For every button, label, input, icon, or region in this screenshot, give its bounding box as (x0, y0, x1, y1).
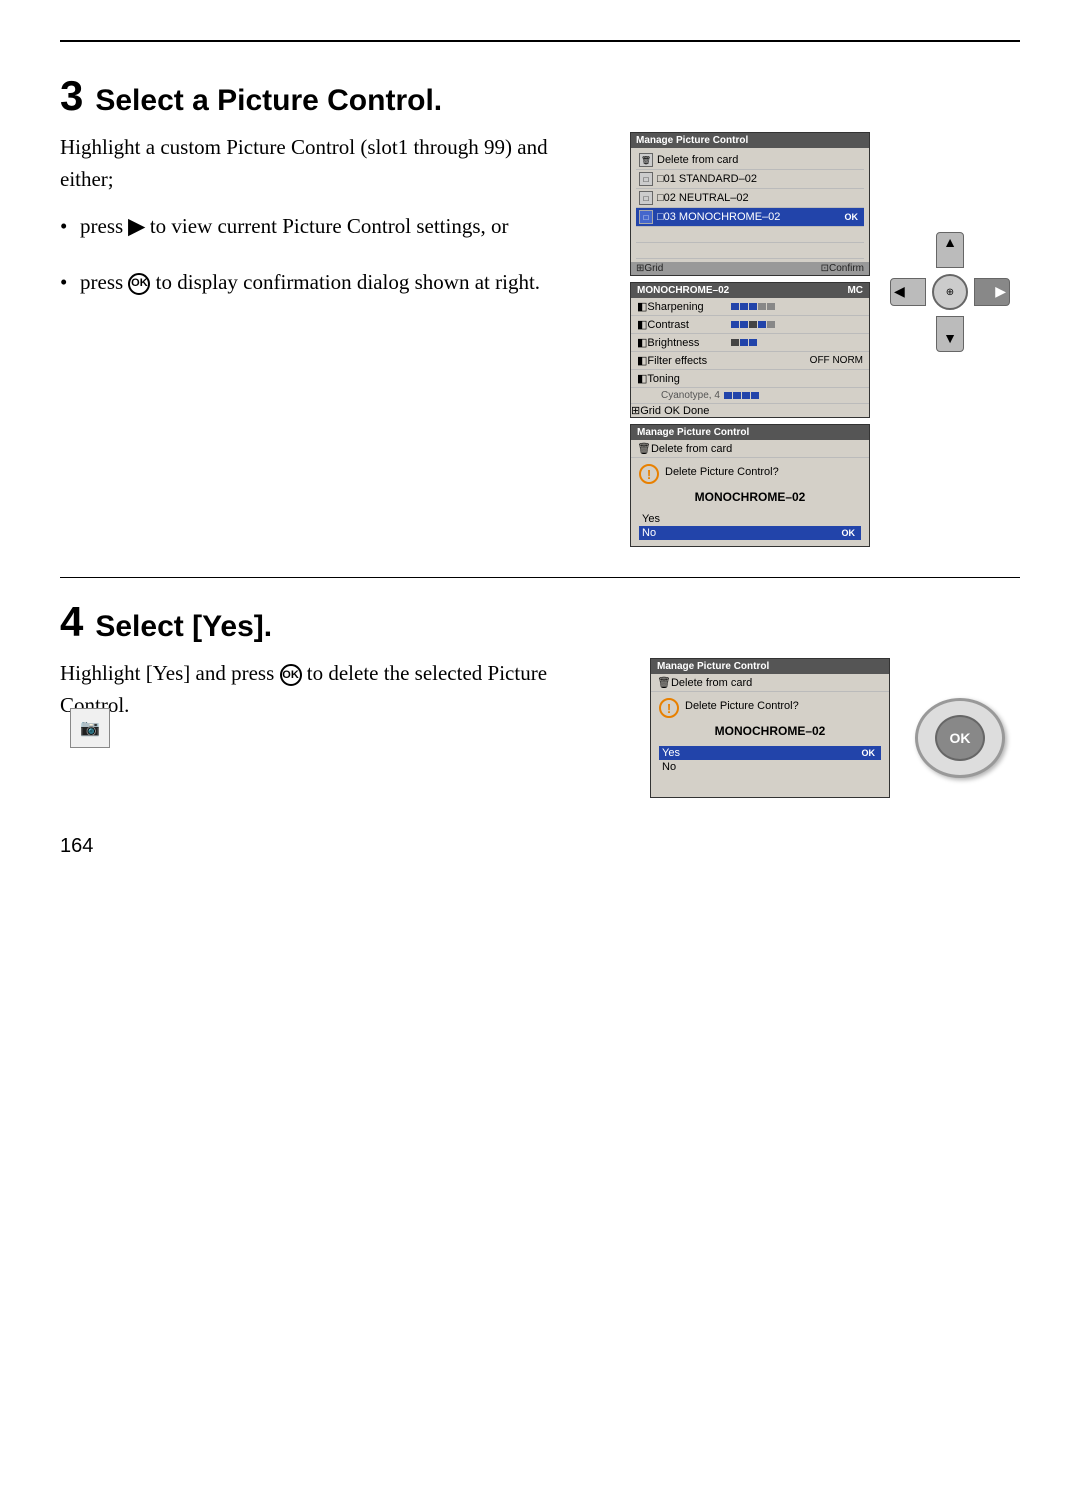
step3-bullet2: press OK to display confirmation dialog … (60, 267, 600, 299)
screen3-no: No OK (639, 526, 861, 540)
screen2-header: MONOCHROME–02 MC (631, 283, 869, 298)
s2-bar5 (724, 392, 863, 399)
s2-bar2 (731, 321, 863, 328)
s2-icon1: ◧ (637, 300, 647, 313)
step3-bullets: press ▶ to view current Picture Control … (60, 211, 600, 298)
screen3-icon: 🗑 (637, 442, 651, 455)
screen1: Manage Picture Control 🗑 Delete from car… (630, 132, 870, 276)
screen1-empty2 (636, 243, 864, 259)
step3-bullet1-text: press ▶ to view current Picture Control … (80, 214, 509, 238)
step4-title: Select [Yes]. (95, 610, 272, 644)
step4-warning-row: ! Delete Picture Control? (659, 698, 881, 718)
ok-outer-ring: OK (915, 698, 1005, 778)
camera-icon: 📷 (80, 718, 100, 738)
screen3: Manage Picture Control 🗑 Delete from car… (630, 424, 870, 547)
screen1-icon1: 🗑 (639, 153, 653, 167)
dpad-center: ⊕ (932, 274, 968, 310)
top-border (60, 40, 1020, 42)
s2-bar3 (731, 339, 863, 346)
page: 3 Select a Picture Control. Highlight a … (0, 0, 1080, 888)
screen2-row3: ◧ Brightness (631, 334, 869, 352)
step3-screens: Manage Picture Control 🗑 Delete from car… (630, 132, 870, 547)
step4-dialog: ! Delete Picture Control? MONOCHROME–02 … (651, 692, 889, 780)
dpad-container: ▲ ▼ ◀ ▶ ⊕ (880, 222, 1020, 362)
step4-content: Highlight [Yes] and press OK to delete t… (60, 658, 1020, 798)
step3-number: 3 (60, 72, 83, 120)
screen3-ok-badge: OK (839, 527, 859, 539)
ok-button-illustration: OK (900, 688, 1020, 788)
screen2: MONOCHROME–02 MC ◧ Sharpening (630, 282, 870, 418)
step4-screen-header: Manage Picture Control (651, 659, 889, 674)
s2-icon2: ◧ (637, 318, 647, 331)
screen1-row3: □ □02 NEUTRAL–02 (636, 189, 864, 208)
step4-warning-icon: ! (659, 698, 679, 718)
screen3-sub: 🗑 Delete from card (631, 440, 869, 458)
screen2-row5: ◧ Toning (631, 370, 869, 388)
warning-icon: ! (639, 464, 659, 484)
step4-screen-sub: 🗑 Delete from card (651, 674, 889, 692)
ok-inner-button: OK (935, 715, 985, 761)
screen1-row4: □ □03 MONOCHROME–02 OK (636, 208, 864, 227)
step3-dpad: ▲ ▼ ◀ ▶ ⊕ (880, 132, 1020, 547)
step4-section: 4 Select [Yes]. 📷 Highlight [Yes] and pr… (60, 598, 1020, 798)
step4-number: 4 (60, 598, 83, 646)
step4-yes: Yes OK (659, 746, 881, 760)
dpad: ▲ ▼ ◀ ▶ ⊕ (890, 232, 1010, 352)
step4-icon: 🗑 (657, 676, 671, 689)
step4-screen: Manage Picture Control 🗑 Delete from car… (650, 658, 890, 798)
page-number: 164 (60, 835, 93, 858)
screen1-body: 🗑 Delete from card □ □01 STANDARD–02 □ □… (631, 148, 869, 262)
screen1-icon2: □ (639, 172, 653, 186)
sidebar-camera-icon: 📷 (70, 708, 110, 748)
s2-icon5: ◧ (637, 372, 647, 385)
step3-bullet1: press ▶ to view current Picture Control … (60, 211, 600, 243)
screen2-row4: ◧ Filter effects OFF NORM (631, 352, 869, 370)
step4-name: MONOCHROME–02 (659, 724, 881, 738)
ok-button-container: OK (900, 658, 1020, 798)
dpad-top: ▲ (936, 232, 964, 268)
screen2-row2: ◧ Contrast (631, 316, 869, 334)
screen1-empty (636, 227, 864, 243)
step4-body: Highlight [Yes] and press OK to delete t… (60, 658, 620, 721)
step4-ok-badge: OK (859, 747, 879, 759)
s2-icon3: ◧ (637, 336, 647, 349)
screen3-yes: Yes (639, 512, 861, 526)
screen1-row1: 🗑 Delete from card (636, 151, 864, 170)
screen1-icon3: □ (639, 191, 653, 205)
step3-section: 3 Select a Picture Control. Highlight a … (60, 72, 1020, 547)
step3-body: Highlight a custom Picture Control (slot… (60, 132, 600, 195)
screen3-name: MONOCHROME–02 (639, 490, 861, 504)
step4-right: Manage Picture Control 🗑 Delete from car… (650, 658, 1020, 798)
s2-icon4: ◧ (637, 354, 647, 367)
screen1-icon4: □ (639, 210, 653, 224)
dpad-right-highlighted: ▶ (974, 278, 1010, 306)
step3-text: Highlight a custom Picture Control (slot… (60, 132, 600, 547)
step3-content: Highlight a custom Picture Control (slot… (60, 132, 1020, 547)
screen2-row1: ◧ Sharpening (631, 298, 869, 316)
screen1-header: Manage Picture Control (631, 133, 869, 148)
dpad-bottom: ▼ (936, 316, 964, 352)
step4-no: No (659, 760, 881, 774)
step3-right: Manage Picture Control 🗑 Delete from car… (630, 132, 1020, 547)
dpad-left: ◀ (890, 278, 926, 306)
screen3-warning-row: ! Delete Picture Control? (639, 464, 861, 484)
screen3-header: Manage Picture Control (631, 425, 869, 440)
s2-bar1 (731, 303, 863, 310)
screen1-footer: ⊞Grid ⊡Confirm (631, 262, 869, 275)
ok-symbol-1: OK (128, 273, 150, 295)
screen1-row2: □ □01 STANDARD–02 (636, 170, 864, 189)
section-divider (60, 577, 1020, 578)
step4-text: Highlight [Yes] and press OK to delete t… (60, 658, 620, 798)
screen3-dialog: ! Delete Picture Control? MONOCHROME–02 … (631, 458, 869, 546)
screen2-row5b: Cyanotype, 4 (631, 388, 869, 404)
step4-header: 4 Select [Yes]. (60, 598, 1020, 646)
screen2-footer: ⊞Grid OK Done (631, 404, 869, 417)
step3-bullet2-text: press OK to display confirmation dialog … (80, 270, 540, 294)
screen1-ok: OK (842, 211, 862, 223)
ok-symbol-2: OK (280, 664, 302, 686)
step3-header: 3 Select a Picture Control. (60, 72, 1020, 120)
step3-title: Select a Picture Control. (95, 84, 442, 118)
